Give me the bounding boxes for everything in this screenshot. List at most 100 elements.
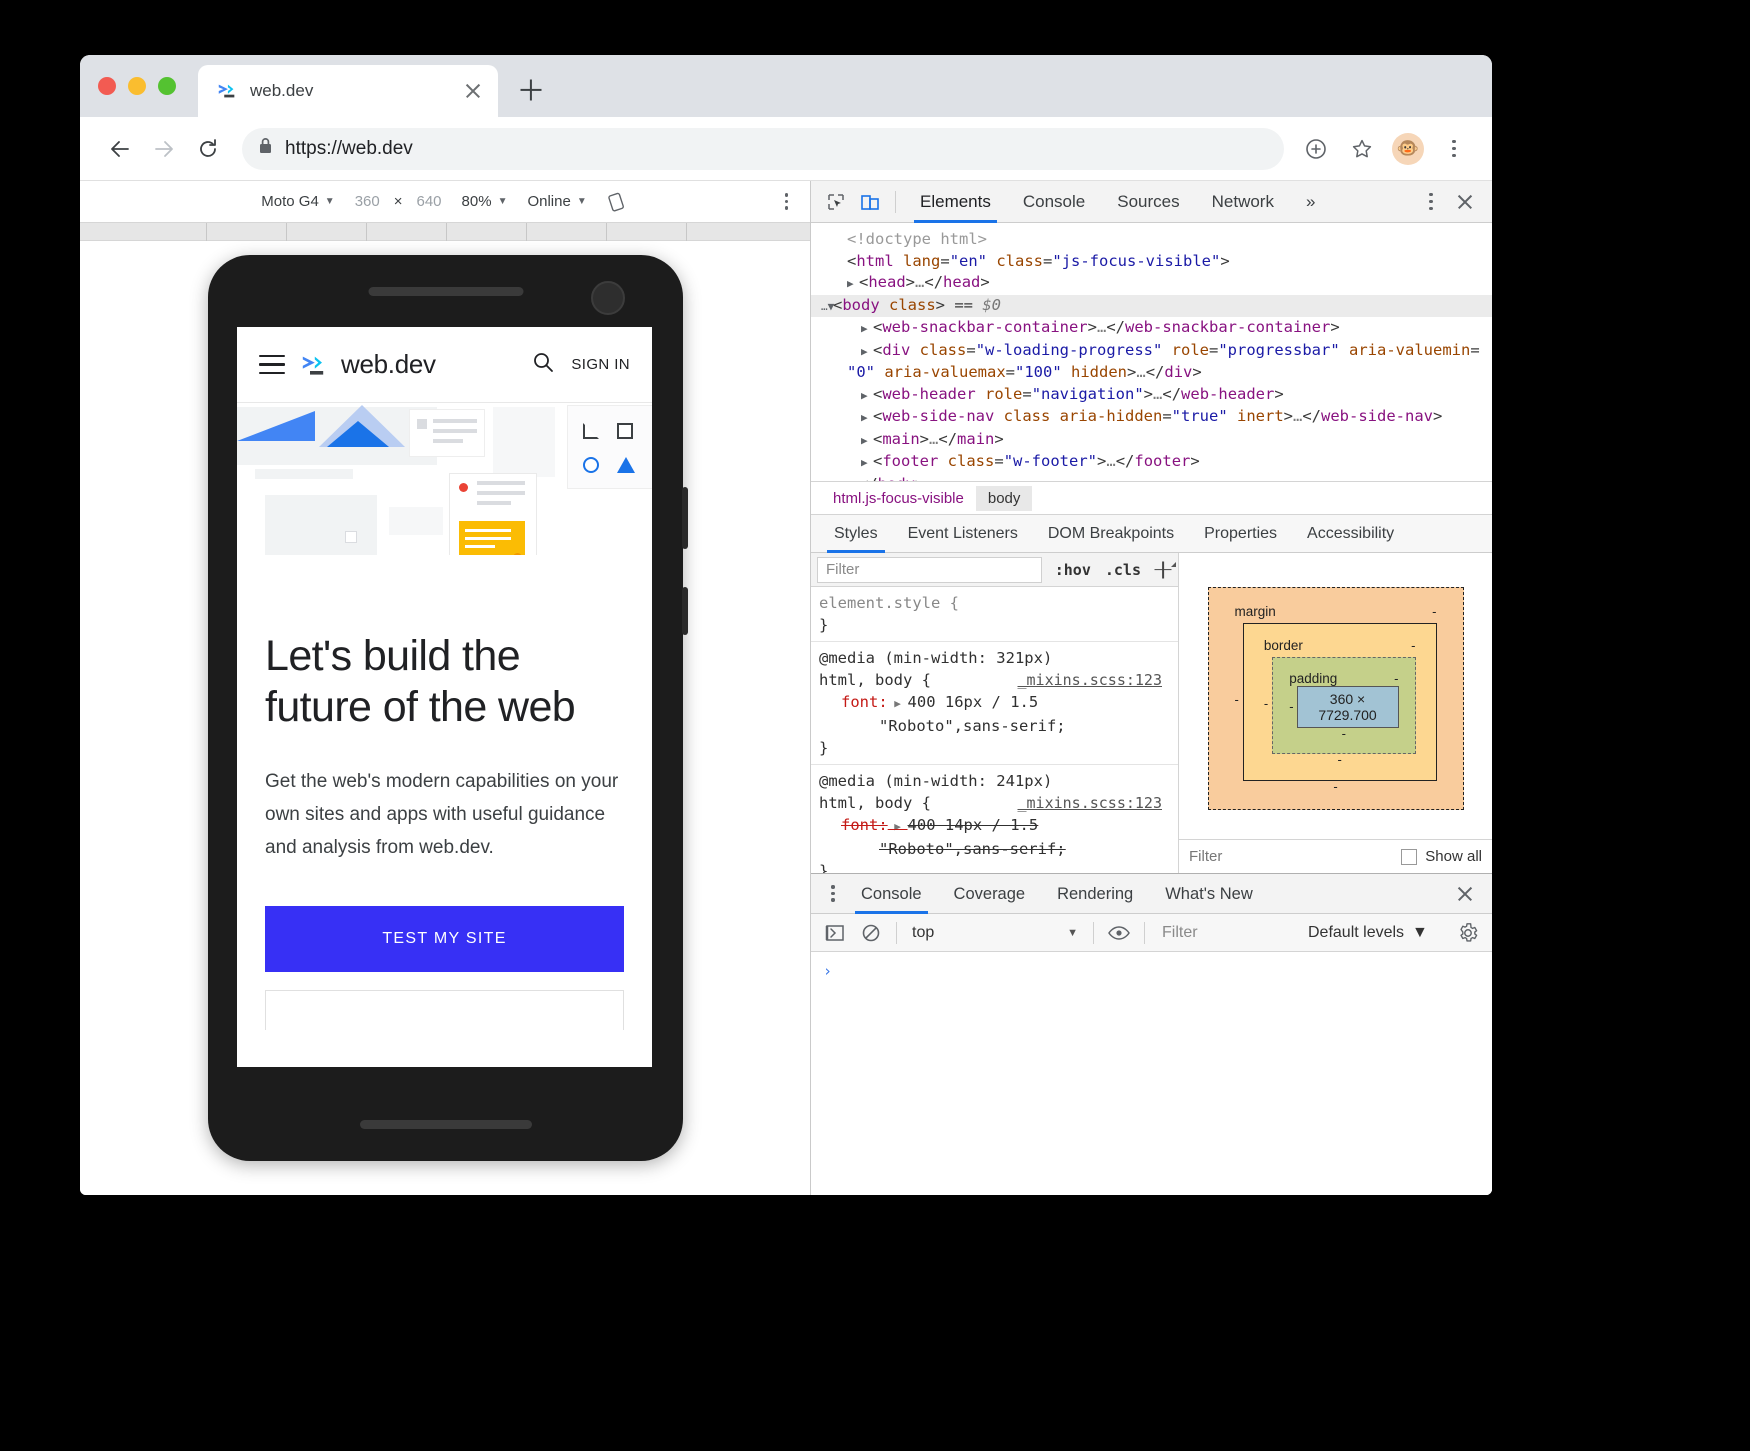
forward-arrow-icon[interactable] (142, 127, 186, 171)
computed-filter-input[interactable]: Filter (1189, 848, 1222, 865)
css-rule[interactable]: @media (min-width: 321px)html, body {_mi… (811, 642, 1178, 765)
back-arrow-icon[interactable] (98, 127, 142, 171)
show-all-toggle[interactable]: Show all (1401, 848, 1482, 865)
dom-node-row[interactable]: …▼<body class> == $0 (811, 295, 1492, 318)
breadcrumb-item-html[interactable]: html.js-focus-visible (821, 486, 976, 511)
margin-left-value[interactable]: - (1235, 692, 1239, 707)
tab-network[interactable]: Network (1196, 181, 1290, 223)
box-model-border[interactable]: border - - padding - (1243, 623, 1437, 781)
close-window-button[interactable] (98, 77, 116, 95)
console-filter-input[interactable]: Filter (1152, 924, 1300, 942)
show-all-checkbox[interactable] (1401, 849, 1417, 865)
close-devtools-icon[interactable] (1448, 185, 1482, 219)
device-toolbar-icon[interactable] (853, 185, 887, 219)
breadcrumb-item-body[interactable]: body (976, 486, 1033, 511)
tab-dom-breakpoints[interactable]: DOM Breakpoints (1033, 515, 1189, 553)
dom-node-row[interactable]: ▶<div class="w-loading-progress" role="p… (811, 340, 1492, 363)
margin-bottom-value[interactable]: - (1235, 781, 1437, 793)
close-tab-icon[interactable] (460, 78, 486, 104)
padding-left-value[interactable]: - (1289, 699, 1293, 714)
element-classes-button[interactable]: .cls (1098, 561, 1148, 579)
css-rule[interactable]: element.style {} (811, 587, 1178, 642)
more-panels-button[interactable]: » (1290, 181, 1331, 223)
dom-node-row[interactable]: ▶<head>…</head> (811, 272, 1492, 295)
css-selector[interactable]: html, body {_mixins.scss:123 (819, 669, 1170, 691)
search-icon[interactable] (531, 350, 555, 379)
expand-triangle-icon[interactable]: ▶ (861, 430, 873, 452)
border-bottom-value[interactable]: - (1264, 754, 1416, 766)
maximize-window-button[interactable] (158, 77, 176, 95)
install-app-icon[interactable] (1296, 129, 1336, 169)
new-tab-button[interactable] (510, 69, 552, 111)
settings-gear-icon[interactable] (1450, 918, 1486, 948)
expand-triangle-icon[interactable]: ▶ (861, 452, 873, 474)
border-left-value[interactable]: - (1264, 696, 1268, 711)
viewport-width-input[interactable]: 360 (345, 193, 390, 210)
execute-icon[interactable] (817, 918, 853, 948)
site-logo[interactable]: web.dev (301, 349, 515, 380)
margin-right-value[interactable]: - (1432, 604, 1436, 619)
dom-node-row[interactable]: "0" aria-valuemax="100" hidden>…</div> (811, 362, 1492, 384)
clear-console-icon[interactable] (853, 918, 889, 948)
device-viewport[interactable]: web.dev SIGN IN (237, 327, 652, 1067)
css-rule[interactable]: @media (min-width: 241px)html, body {_mi… (811, 765, 1178, 873)
tab-event-listeners[interactable]: Event Listeners (893, 515, 1033, 553)
dom-node-row[interactable]: </body> (811, 474, 1492, 482)
drawer-tab-coverage[interactable]: Coverage (938, 874, 1042, 914)
drawer-tab-whats-new[interactable]: What's New (1149, 874, 1269, 914)
device-selector[interactable]: Moto G4 ▼ (251, 193, 344, 210)
tab-accessibility[interactable]: Accessibility (1292, 515, 1409, 553)
live-expression-icon[interactable] (1101, 918, 1137, 948)
tab-properties[interactable]: Properties (1189, 515, 1292, 553)
expand-triangle-icon[interactable]: ▶ (847, 273, 859, 295)
padding-bottom-value[interactable]: - (1289, 728, 1398, 740)
window-controls[interactable] (98, 77, 176, 95)
devtools-more-icon[interactable] (1414, 185, 1448, 219)
dom-node-row[interactable]: <html lang="en" class="js-focus-visible"… (811, 251, 1492, 273)
styles-filter-input[interactable]: Filter (817, 557, 1042, 583)
css-selector[interactable]: html, body {_mixins.scss:123 (819, 792, 1170, 814)
expand-triangle-icon[interactable]: ▶ (861, 318, 873, 340)
reload-icon[interactable] (186, 127, 230, 171)
force-state-button[interactable]: :hov (1048, 561, 1098, 579)
viewport-height-input[interactable]: 640 (407, 193, 452, 210)
drawer-tab-console[interactable]: Console (845, 874, 938, 914)
expand-triangle-icon[interactable]: ▶ (861, 385, 873, 407)
hamburger-icon[interactable] (259, 355, 285, 374)
zoom-selector[interactable]: 80% ▼ (452, 193, 518, 210)
border-right-value[interactable]: - (1411, 638, 1415, 653)
css-source-link[interactable]: _mixins.scss:123 (1018, 669, 1163, 691)
minimize-window-button[interactable] (128, 77, 146, 95)
box-model-margin[interactable]: margin - - border - (1208, 587, 1464, 810)
console-output[interactable]: › (811, 952, 1492, 1195)
css-selector[interactable]: element.style { (819, 592, 1170, 614)
expand-triangle-icon[interactable]: ▶ (861, 341, 873, 363)
dom-node-row[interactable]: ▶<footer class="w-footer">…</footer> (811, 451, 1492, 474)
drawer-tab-rendering[interactable]: Rendering (1041, 874, 1149, 914)
tab-elements[interactable]: Elements (904, 181, 1007, 223)
css-declaration[interactable]: font: ▶ 400 14px / 1.5"Roboto",sans-seri… (819, 814, 1170, 860)
console-context-selector[interactable]: top ▼ (904, 924, 1086, 942)
tab-styles[interactable]: Styles (819, 515, 893, 553)
avatar[interactable]: 🐵 (1388, 129, 1428, 169)
box-model-padding[interactable]: padding - - 360 × 7729.700 - (1272, 657, 1415, 754)
test-my-site-button[interactable]: TEST MY SITE (265, 906, 624, 972)
dom-node-row[interactable]: ▶<main>…</main> (811, 429, 1492, 452)
browser-tab[interactable]: web.dev (198, 65, 498, 117)
console-levels-selector[interactable]: Default levels ▼ (1300, 924, 1436, 942)
dom-node-row[interactable]: ▶<web-side-nav class aria-hidden="true" … (811, 406, 1492, 429)
dom-node-row[interactable]: <!doctype html> (811, 229, 1492, 251)
device-more-icon[interactable] (785, 193, 788, 209)
close-drawer-icon[interactable] (1448, 877, 1482, 911)
star-icon[interactable] (1342, 129, 1382, 169)
inspect-element-icon[interactable] (819, 185, 853, 219)
css-source-link[interactable]: _mixins.scss:123 (1018, 792, 1163, 814)
console-prompt[interactable]: › (823, 962, 832, 980)
dom-node-row[interactable]: ▶<web-header role="navigation">…</web-he… (811, 384, 1492, 407)
throttling-selector[interactable]: Online ▼ (517, 193, 596, 210)
expand-triangle-icon[interactable]: …▼ (821, 296, 833, 318)
expand-triangle-icon[interactable]: ▶ (861, 407, 873, 429)
sign-in-link[interactable]: SIGN IN (571, 356, 630, 373)
padding-right-value[interactable]: - (1394, 671, 1398, 686)
tab-sources[interactable]: Sources (1101, 181, 1195, 223)
